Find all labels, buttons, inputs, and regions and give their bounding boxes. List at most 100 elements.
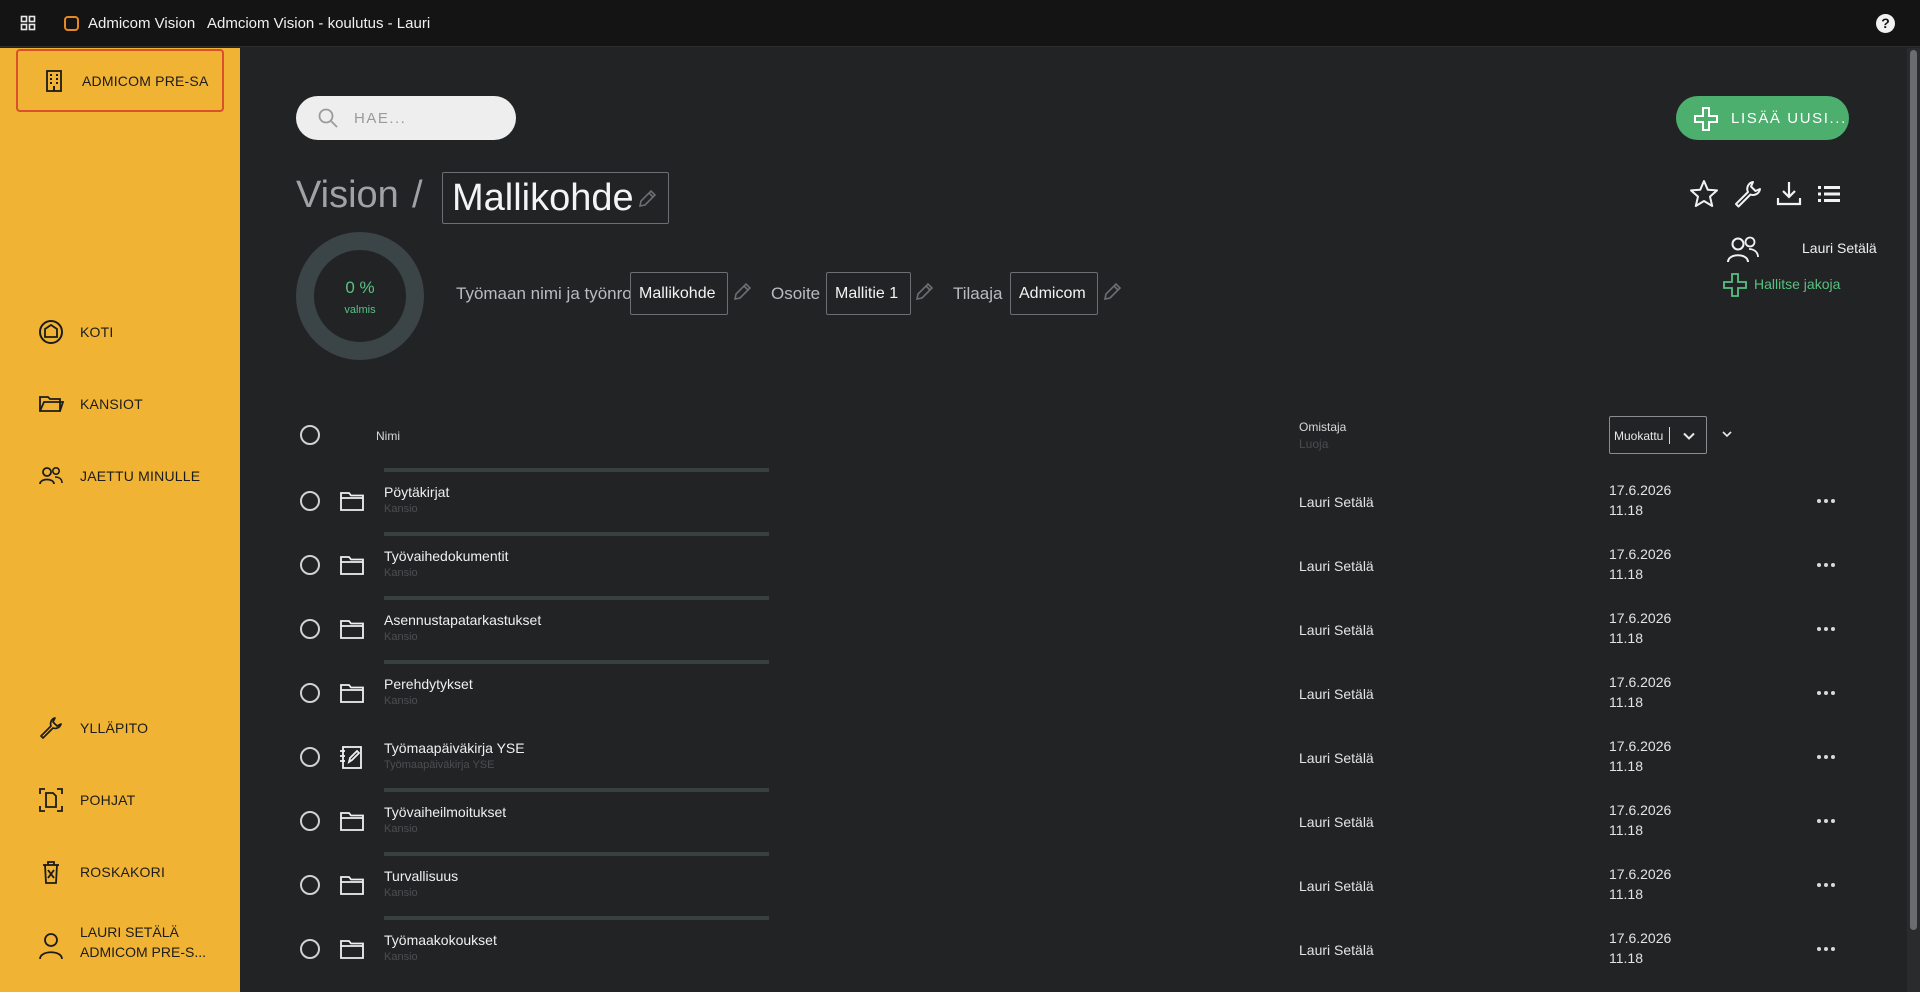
field-label-site-name: Työmaan nimi ja työnro [456, 284, 632, 303]
more-options-icon[interactable] [1816, 491, 1836, 511]
more-options-icon[interactable] [1816, 619, 1836, 639]
breadcrumb-current[interactable]: Mallikohde [442, 172, 669, 224]
address-field[interactable]: Mallitie 1 [826, 272, 911, 315]
row-name[interactable]: Pöytäkirjat [384, 484, 449, 500]
apps-grid-icon[interactable] [20, 15, 36, 31]
more-options-icon[interactable] [1816, 747, 1836, 767]
more-options-icon[interactable] [1816, 875, 1836, 895]
top-bar: Admicom Vision Admciom Vision - koulutus… [0, 0, 1920, 47]
row-name[interactable]: Työmaapäiväkirja YSE [384, 740, 525, 756]
select-all-checkbox[interactable] [300, 425, 320, 445]
search-input[interactable] [354, 108, 494, 128]
row-checkbox[interactable] [300, 811, 320, 831]
scrollbar[interactable] [1907, 48, 1920, 992]
window-title: Admciom Vision - koulutus - Lauri [207, 15, 431, 32]
edit-pencil-icon[interactable] [1101, 281, 1123, 303]
row-date: 17.6.2026 [1609, 866, 1672, 882]
breadcrumb-separator: / [412, 174, 423, 216]
folder-icon [340, 940, 364, 959]
search-box[interactable] [296, 96, 516, 140]
row-date: 17.6.2026 [1609, 610, 1672, 626]
organization-selector[interactable]: ADMICOM PRE-SA [16, 49, 224, 112]
table-row[interactable]: Turvallisuus Kansio Lauri Setälä 17.6.20… [296, 852, 1856, 917]
star-icon[interactable] [1688, 178, 1720, 210]
row-owner: Lauri Setälä [1299, 878, 1374, 894]
sort-select-divider [1669, 427, 1670, 444]
row-owner: Lauri Setälä [1299, 494, 1374, 510]
row-name[interactable]: Asennustapatarkastukset [384, 612, 541, 628]
manage-shares-link[interactable]: Hallitse jakoja [1754, 276, 1840, 292]
folder-icon [39, 396, 64, 412]
shared-user-name: Lauri Setälä [1802, 240, 1877, 256]
row-checkbox[interactable] [300, 491, 320, 511]
row-checkbox[interactable] [300, 747, 320, 767]
plus-icon[interactable] [1723, 273, 1747, 297]
sidebar-item-label: YLLÄPITO [80, 720, 149, 736]
progress-percent: 0 % [345, 278, 375, 297]
table-row[interactable]: Perehdytykset Kansio Lauri Setälä 17.6.2… [296, 660, 1856, 725]
row-date: 17.6.2026 [1609, 930, 1672, 946]
scrollbar-thumb[interactable] [1910, 50, 1917, 930]
row-name[interactable]: Työvaiheilmoitukset [384, 804, 506, 820]
site-name-value: Mallikohde [639, 285, 716, 302]
sidebar-item-pohjat[interactable]: POHJAT [0, 779, 240, 819]
row-checkbox[interactable] [300, 875, 320, 895]
add-new-button[interactable]: LISÄÄ UUSI... [1676, 96, 1849, 140]
table-row[interactable]: Työmaakokoukset Kansio Lauri Setälä 17.6… [296, 916, 1856, 981]
more-options-icon[interactable] [1816, 555, 1836, 575]
sidebar-item-jaettu-minulle[interactable]: JAETTU MINULLE [0, 455, 240, 495]
row-name[interactable]: Perehdytykset [384, 676, 473, 692]
table-row[interactable]: Työvaiheilmoitukset Kansio Lauri Setälä … [296, 788, 1856, 853]
help-icon[interactable]: ? [1876, 14, 1895, 33]
sidebar-item-kansiot[interactable]: KANSIOT [0, 383, 240, 423]
table-row[interactable]: Työmaapäiväkirja YSE Työmaapäiväkirja YS… [296, 725, 1856, 789]
row-name[interactable]: Työmaakokoukset [384, 932, 497, 948]
folder-icon [340, 876, 364, 895]
row-checkbox[interactable] [300, 939, 320, 959]
admicom-logo-icon [64, 16, 79, 31]
row-checkbox[interactable] [300, 555, 320, 575]
sidebar-item-roskakori[interactable]: ROSKAKORI [0, 851, 240, 891]
sidebar-user-profile[interactable]: LAURI SETÄLÄ ADMICOM PRE-S... [0, 920, 240, 972]
shared-users-icon [1727, 236, 1759, 263]
row-type: Kansio [384, 631, 418, 643]
home-icon [39, 320, 63, 344]
row-type: Työmaapäiväkirja YSE [384, 759, 495, 771]
row-progress-bar [384, 660, 769, 664]
more-options-icon[interactable] [1816, 811, 1836, 831]
list-view-icon[interactable] [1813, 178, 1845, 210]
column-header-name[interactable]: Nimi [376, 429, 400, 443]
row-time: 11.18 [1609, 758, 1643, 774]
breadcrumb-root[interactable]: Vision [296, 174, 399, 217]
edit-pencil-icon[interactable] [636, 188, 658, 210]
search-icon [318, 108, 338, 128]
row-progress-bar [384, 852, 769, 856]
sort-direction-chevron-icon[interactable] [1720, 427, 1734, 441]
user-name: LAURI SETÄLÄ [80, 924, 179, 940]
sidebar-item-yllapito[interactable]: YLLÄPITO [0, 707, 240, 747]
download-icon[interactable] [1773, 178, 1805, 210]
edit-pencil-icon[interactable] [731, 281, 753, 303]
app-name[interactable]: Admicom Vision [88, 15, 195, 32]
column-header-owner[interactable]: Omistaja [1299, 420, 1346, 434]
row-name[interactable]: Työvaihedokumentit [384, 548, 509, 564]
edit-pencil-icon[interactable] [913, 281, 935, 303]
add-new-label: LISÄÄ UUSI... [1731, 110, 1847, 127]
wrench-icon[interactable] [1732, 178, 1764, 210]
client-field[interactable]: Admicom [1010, 272, 1098, 315]
table-row[interactable]: Työvaihedokumentit Kansio Lauri Setälä 1… [296, 532, 1856, 597]
row-time: 11.18 [1609, 950, 1643, 966]
table-row[interactable]: Asennustapatarkastukset Kansio Lauri Set… [296, 596, 1856, 661]
row-checkbox[interactable] [300, 619, 320, 639]
sidebar-item-koti[interactable]: KOTI [0, 311, 240, 351]
table-row[interactable]: Pöytäkirjat Kansio Lauri Setälä 17.6.202… [296, 468, 1856, 533]
more-options-icon[interactable] [1816, 683, 1836, 703]
row-checkbox[interactable] [300, 683, 320, 703]
sort-select[interactable]: Muokattu [1609, 416, 1707, 454]
column-header-creator[interactable]: Luoja [1299, 437, 1328, 451]
more-options-icon[interactable] [1816, 939, 1836, 959]
progress-donut: 0 % valmis [296, 232, 424, 360]
site-name-field[interactable]: Mallikohde [630, 272, 728, 315]
row-name[interactable]: Turvallisuus [384, 868, 458, 884]
row-type: Kansio [384, 823, 418, 835]
